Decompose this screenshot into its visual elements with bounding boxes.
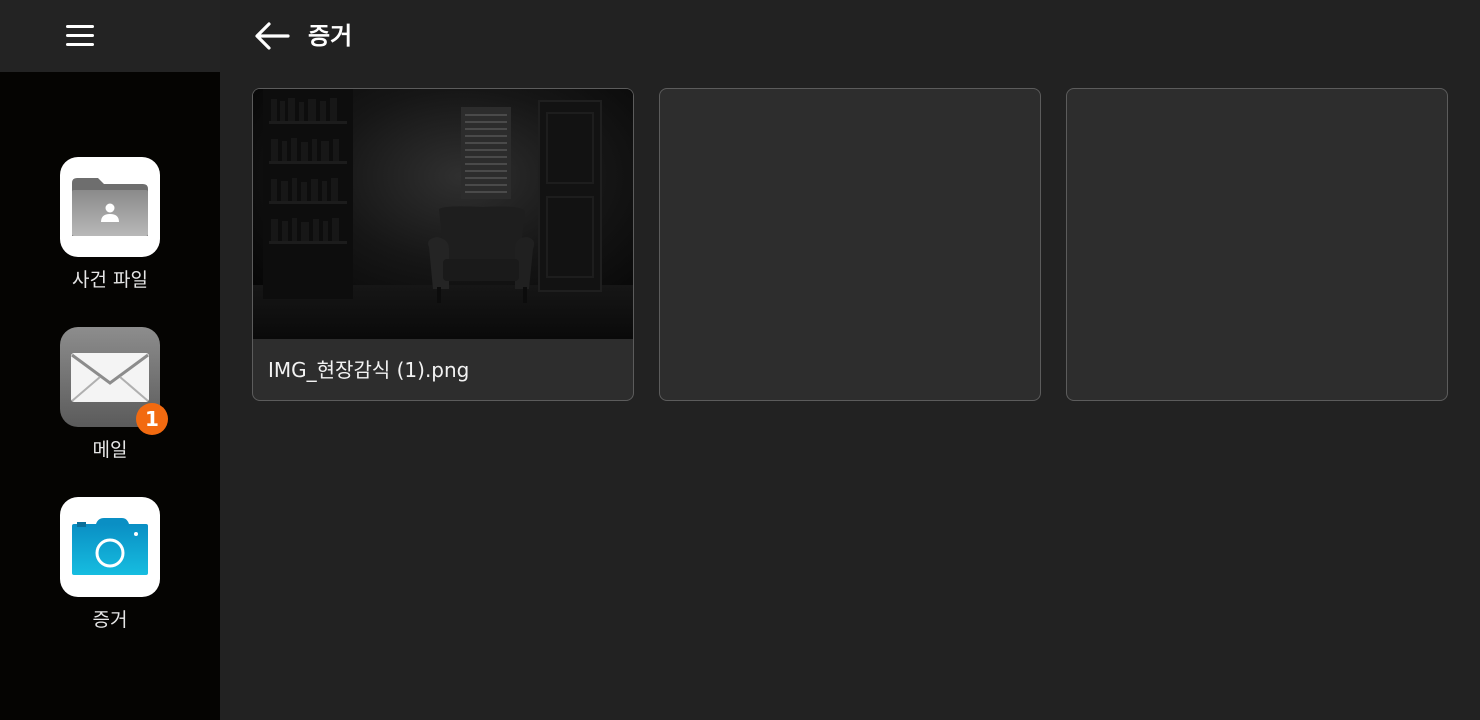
content-header: 증거: [220, 0, 1480, 72]
sidebar-header: [0, 0, 220, 72]
evidence-filename: IMG_현장감식 (1).png: [268, 358, 470, 382]
empty-evidence-slot: [1066, 88, 1448, 401]
evidence-thumbnail-image: [253, 89, 633, 339]
back-arrow-icon[interactable]: [250, 16, 292, 56]
envelope-icon: 1: [60, 327, 168, 435]
page-title: 증거: [308, 22, 353, 50]
app-label-case-files: 사건 파일: [72, 269, 148, 291]
app-label-mail: 메일: [92, 439, 128, 461]
hamburger-menu-icon[interactable]: [60, 16, 100, 56]
app-label-evidence: 증거: [92, 609, 128, 631]
app-mail[interactable]: 1 메일: [50, 327, 170, 477]
empty-evidence-slot: [659, 88, 1041, 401]
folder-person-icon: [60, 157, 160, 257]
app-case-files[interactable]: 사건 파일: [50, 157, 170, 307]
app-evidence[interactable]: 증거: [50, 497, 170, 647]
evidence-card[interactable]: IMG_현장감식 (1).png: [252, 88, 634, 401]
mail-unread-badge: 1: [136, 403, 168, 435]
sidebar: 사건 파일 1 메일 증거: [0, 0, 220, 720]
camera-icon: [60, 497, 160, 597]
